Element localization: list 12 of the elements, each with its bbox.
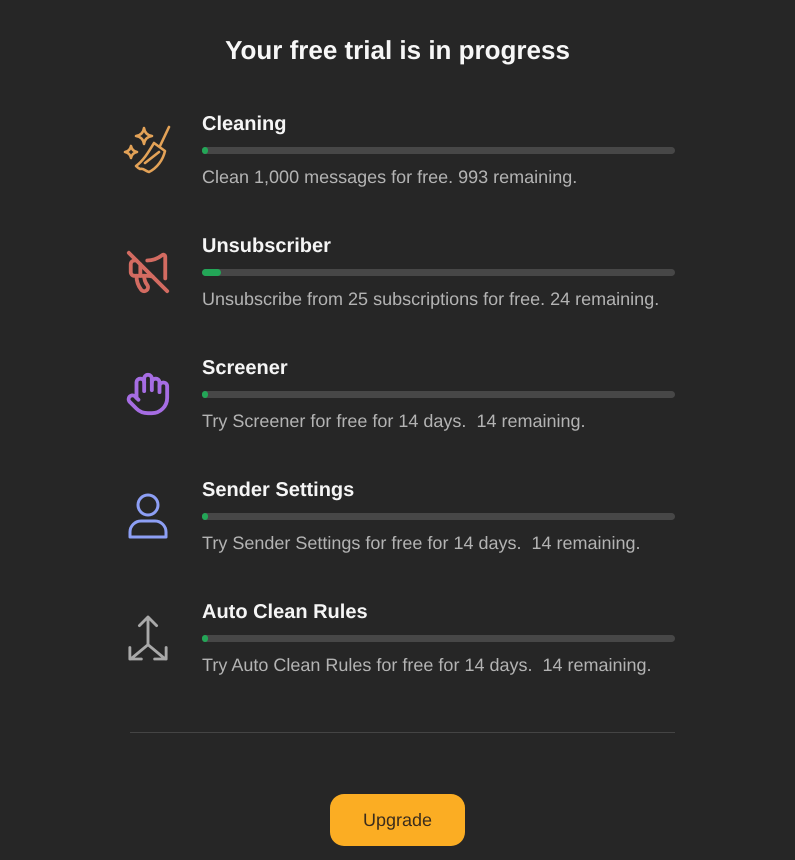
feature-title: Sender Settings	[202, 478, 356, 502]
feature-title: Unsubscriber	[202, 234, 332, 258]
feature-description: Try Auto Clean Rules for free for 14 days. 14 remaining.	[202, 654, 653, 676]
feature-description: Clean 1,000 messages for free. 993 remaining.	[202, 166, 578, 188]
page-title: Your free trial is in progress	[225, 34, 570, 66]
feature-description: Try Screener for free for 14 days. 14 remaining.	[202, 410, 587, 432]
feature-title: Auto Clean Rules	[202, 600, 369, 624]
upgrade-button[interactable]: Upgrade	[330, 794, 465, 846]
feature-description: Unsubscribe from 25 subscriptions for free. 24 remaining.	[202, 288, 660, 310]
feature-title: Screener	[202, 356, 289, 380]
feature-title: Cleaning	[202, 112, 288, 136]
feature-description: Try Sender Settings for free for 14 days. 14 remaining.	[202, 532, 642, 554]
